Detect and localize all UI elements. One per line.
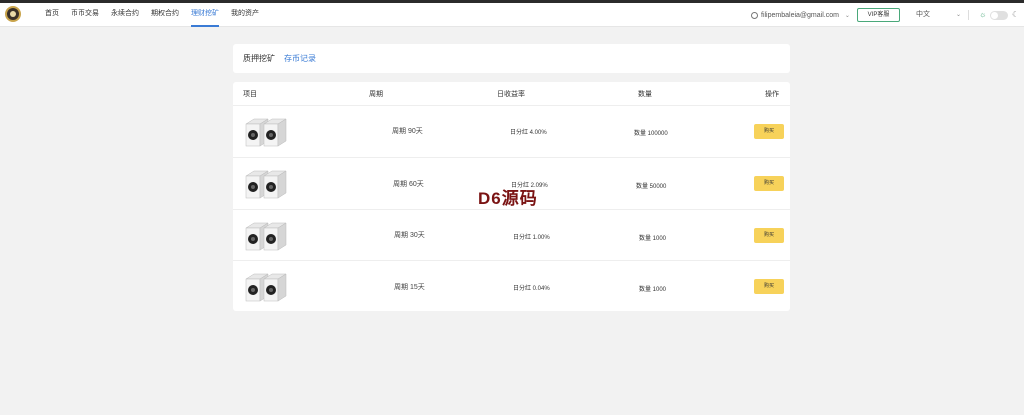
user-icon	[751, 11, 758, 19]
table-row: 周期 90天 日分红 4.00% 数量 100000 购买	[233, 105, 790, 157]
vip-support-button[interactable]: VIP客服	[857, 8, 900, 22]
buy-button[interactable]: 购买	[754, 279, 784, 294]
buy-button[interactable]: 购买	[754, 124, 784, 139]
buy-button[interactable]: 购买	[754, 176, 784, 191]
tabs-card: 质押挖矿 存币记录	[233, 44, 790, 73]
amount-cell: 数量 1000	[639, 287, 667, 293]
logo-mark	[10, 11, 16, 17]
toggle-knob	[991, 12, 998, 19]
theme-toggle[interactable]	[990, 11, 1008, 20]
amount-cell: 数量 1000	[639, 236, 667, 242]
watermark: D6源码	[478, 189, 538, 208]
nav-item-options-contract[interactable]: 期权合约	[151, 3, 179, 27]
mining-machine-icon	[245, 273, 287, 302]
header-amount: 数量	[638, 91, 652, 98]
user-email: filipembaleia@gmail.com	[761, 11, 839, 19]
period-cell: 周期 30天	[394, 232, 425, 239]
header-period: 周期	[369, 91, 383, 98]
chevron-down-icon: ⌄	[955, 12, 961, 18]
nav-item-mining[interactable]: 理财挖矿	[191, 3, 219, 27]
buy-button[interactable]: 购买	[754, 228, 784, 243]
language-label: 中文	[916, 11, 930, 18]
user-menu[interactable]: filipembaleia@gmail.com ⌄	[751, 3, 850, 27]
tab-staking-mining[interactable]: 质押挖矿	[243, 53, 275, 65]
yield-cell: 日分红 1.00%	[513, 235, 550, 241]
amount-cell: 数量 50000	[636, 184, 667, 190]
main-nav: 首页 币币交易 永续合约 期权合约 理财挖矿 我的资产	[45, 3, 271, 27]
period-cell: 周期 90天	[392, 128, 423, 135]
nav-item-my-assets[interactable]: 我的资产	[231, 3, 259, 27]
navbar: 首页 币币交易 永续合约 期权合约 理财挖矿 我的资产 filipembalei…	[0, 3, 1024, 27]
table-row: 周期 15天 日分红 0.04% 数量 1000 购买	[233, 260, 790, 312]
tab-deposit-records[interactable]: 存币记录	[284, 53, 316, 65]
mining-machine-icon	[245, 170, 287, 199]
divider	[968, 10, 969, 20]
moon-icon: ☾	[1012, 10, 1020, 19]
language-select[interactable]: 中文 ⌄	[916, 3, 964, 27]
period-cell: 周期 15天	[394, 284, 425, 291]
amount-cell: 数量 100000	[634, 131, 668, 137]
logo[interactable]	[5, 6, 21, 22]
yield-cell: 日分红 4.00%	[510, 130, 547, 136]
header-action: 操作	[765, 91, 779, 98]
mining-machine-icon	[245, 118, 287, 147]
mining-machine-icon	[245, 222, 287, 251]
nav-item-spot-trading[interactable]: 币币交易	[71, 3, 99, 27]
nav-item-home[interactable]: 首页	[45, 3, 59, 27]
header-project: 项目	[243, 91, 257, 98]
chevron-down-icon: ⌄	[844, 12, 850, 19]
yield-cell: 日分红 0.04%	[513, 286, 550, 292]
header-daily-yield: 日收益率	[497, 91, 525, 98]
period-cell: 周期 60天	[393, 181, 424, 188]
nav-item-perpetual-contract[interactable]: 永续合约	[111, 3, 139, 27]
sun-icon: ☼	[979, 10, 987, 19]
table-row: 周期 30天 日分红 1.00% 数量 1000 购买	[233, 209, 790, 261]
